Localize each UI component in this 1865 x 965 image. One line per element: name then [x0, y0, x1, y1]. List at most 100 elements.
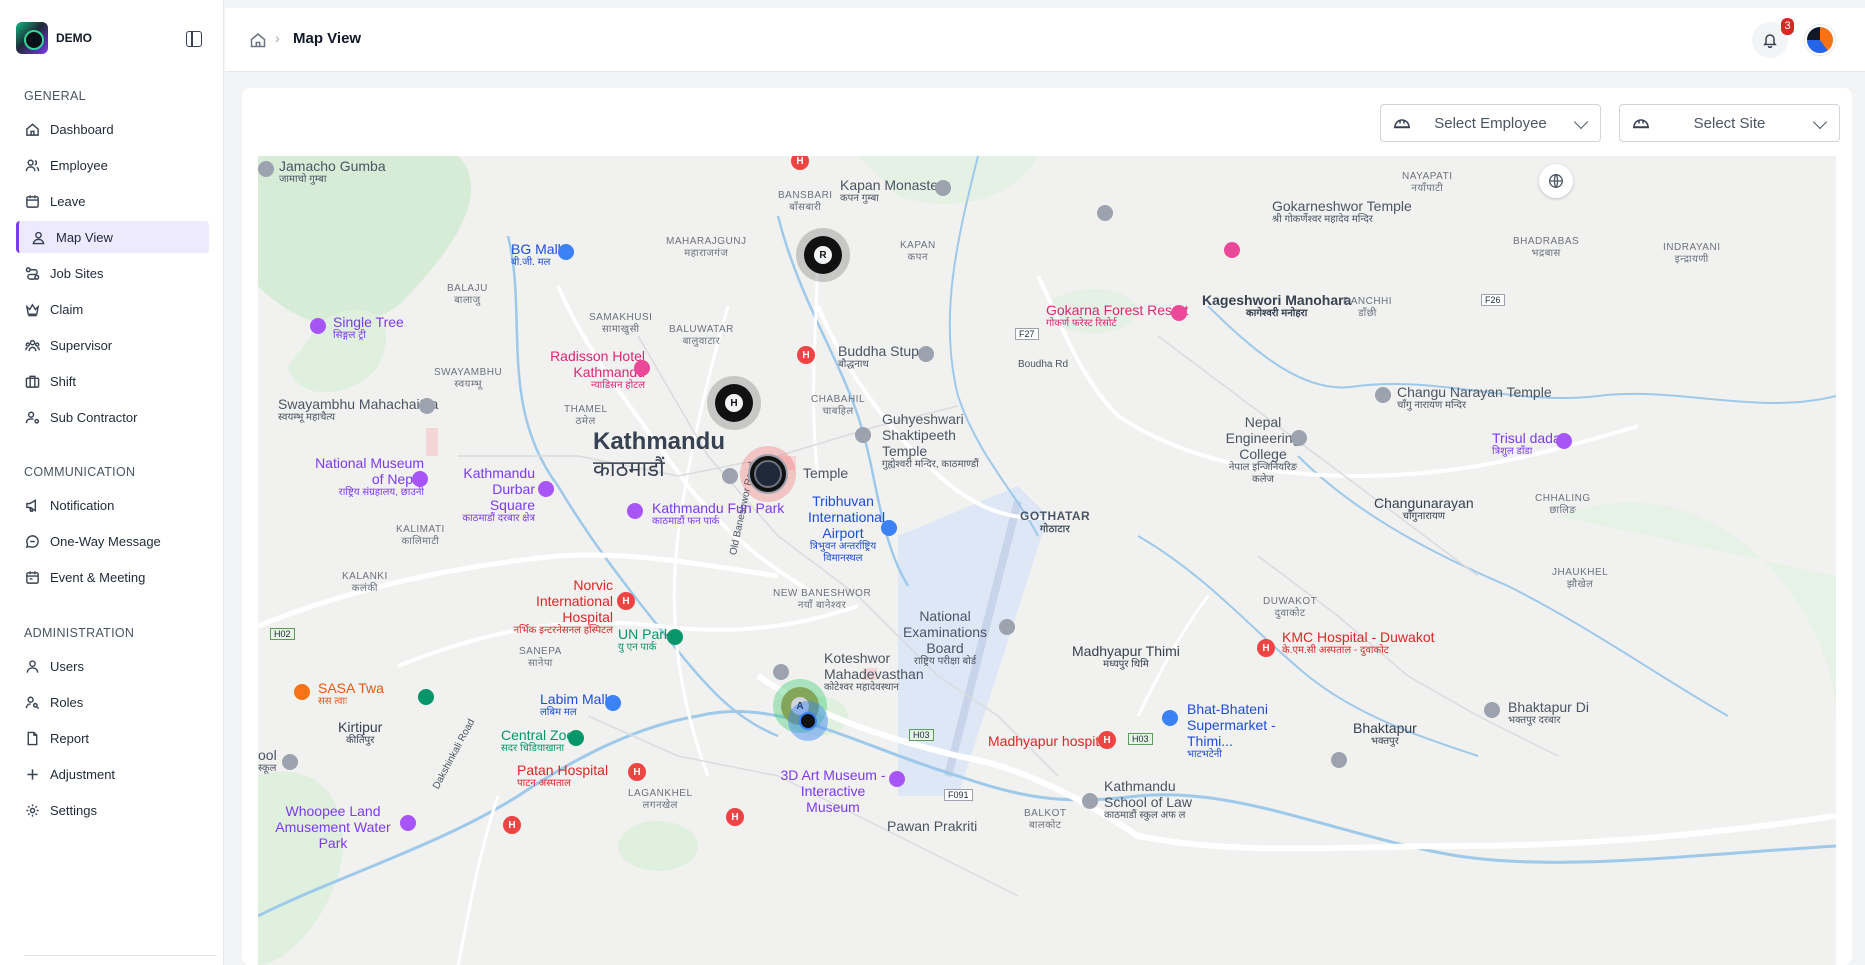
sidebar-item-label: Shift [50, 373, 77, 389]
museum-icon[interactable] [889, 771, 905, 787]
hospital-icon[interactable]: H [797, 346, 815, 364]
stupa-icon[interactable] [918, 346, 934, 362]
brand[interactable]: DEMO [16, 22, 92, 54]
employee-marker-r[interactable]: R [796, 228, 850, 282]
sidebar-item-claim[interactable]: Claim [16, 293, 209, 325]
sidebar-toggle-icon[interactable] [186, 31, 202, 47]
temple-icon[interactable] [1375, 387, 1391, 403]
shopping-icon[interactable] [558, 244, 574, 260]
landmark-icon[interactable] [310, 318, 326, 334]
map-label-durbar-square: Kathmandu Durbar Square काठमाडौं दरबार क्… [462, 465, 535, 525]
park-icon[interactable] [418, 689, 434, 705]
sidebar-item-map-view[interactable]: Map View [16, 221, 209, 253]
temple-icon[interactable] [855, 427, 871, 443]
shopping-icon[interactable] [1162, 710, 1178, 726]
sidebar-item-label: Map View [56, 229, 113, 245]
sidebar-item-shift[interactable]: Shift [16, 365, 209, 397]
airport-icon[interactable] [881, 520, 897, 536]
select-employee-placeholder: Select Employee [1434, 114, 1547, 132]
sidebar-item-label: Claim [50, 301, 84, 317]
museum-icon[interactable] [1484, 702, 1500, 718]
sidebar-item-settings[interactable]: Settings [16, 794, 209, 826]
hospital-icon[interactable]: H [628, 763, 646, 781]
user-gear-icon [24, 409, 40, 425]
map-label-sanepa: SANEPA सानेपा [519, 646, 562, 669]
sidebar-item-job-sites[interactable]: Job Sites [16, 257, 209, 289]
map-layer-button[interactable] [1539, 164, 1573, 198]
hospital-icon[interactable]: H [617, 592, 635, 610]
road-shield-h02: H02 [270, 628, 295, 641]
gear-icon [24, 802, 40, 818]
section-title-administration: ADMINISTRATION [24, 626, 135, 640]
hospital-icon[interactable]: H [1098, 731, 1116, 749]
hotel-icon[interactable] [634, 360, 650, 376]
hospital-icon[interactable]: H [726, 808, 744, 826]
map-label-pawan: Pawan Prakriti [887, 818, 978, 834]
employee-cluster-marker[interactable] [740, 446, 796, 502]
employee-marker-h[interactable]: H [707, 376, 761, 430]
select-employee-dropdown[interactable]: Select Employee [1380, 104, 1601, 142]
map-label-chhalling: CHHALING छालिङ [1535, 493, 1591, 516]
landmark-icon[interactable] [1556, 433, 1572, 449]
sidebar-item-employee[interactable]: Employee [16, 149, 209, 181]
park-icon[interactable] [667, 629, 683, 645]
landmark-icon[interactable] [538, 481, 554, 497]
college-icon[interactable] [1331, 752, 1347, 768]
sidebar-item-leave[interactable]: Leave [16, 185, 209, 217]
select-site-placeholder: Select Site [1693, 114, 1766, 132]
sidebar-item-sub-contractor[interactable]: Sub Contractor [16, 401, 209, 433]
sidebar-item-dashboard[interactable]: Dashboard [16, 113, 209, 145]
map-label-balkot: BALKOT बालकोट [1024, 808, 1067, 831]
zoo-icon[interactable] [568, 730, 584, 746]
sidebar-item-roles[interactable]: Roles [16, 686, 209, 718]
sidebar-item-users[interactable]: Users [16, 650, 209, 682]
hospital-icon[interactable]: H [503, 816, 521, 834]
map-label-bgmall: BG Mall बी.जी. मल [511, 241, 561, 269]
resort-icon[interactable] [1224, 242, 1240, 258]
sidebar-item-label: Roles [50, 694, 84, 710]
college-icon[interactable] [1291, 430, 1307, 446]
map-label-bhadrabas: BHADRABAS भद्रबास [1513, 236, 1580, 259]
school-icon[interactable] [999, 619, 1015, 635]
breadcrumb-home-icon[interactable] [249, 31, 267, 49]
map-label-patan: Patan Hospital पाटन अस्पताल [517, 762, 609, 790]
section-title-general: GENERAL [24, 89, 86, 103]
map-canvas[interactable]: Jamacho Gumba जामाचो गुम्बा BG Mall बी.जी.… [258, 156, 1836, 965]
temple-icon[interactable] [1097, 205, 1113, 221]
sidebar-item-supervisor[interactable]: Supervisor [16, 329, 209, 361]
monastery-icon[interactable] [935, 180, 951, 196]
resort-icon[interactable] [1171, 305, 1187, 321]
map-label-duwakot: DUWAKOT दुवाकोट [1263, 596, 1318, 619]
amusement-icon[interactable] [627, 503, 643, 519]
select-site-dropdown[interactable]: Select Site [1619, 104, 1840, 142]
map-label-swayambhu: SWAYAMBHU स्वयम्भू [434, 367, 503, 390]
museum-icon[interactable] [412, 471, 428, 487]
temple-icon[interactable] [773, 664, 789, 680]
school-icon[interactable] [282, 754, 298, 770]
sidebar-item-label: Supervisor [50, 337, 113, 353]
globe-icon [1549, 174, 1563, 188]
sidebar-item-one-way-message[interactable]: One-Way Message [16, 525, 209, 557]
sidebar-item-notification[interactable]: Notification [16, 489, 209, 521]
restaurant-icon[interactable] [294, 684, 310, 700]
shopping-icon[interactable] [605, 695, 621, 711]
notification-count-badge: 3 [1781, 18, 1794, 35]
water-park-icon[interactable] [400, 815, 416, 831]
temple-icon[interactable] [722, 468, 738, 484]
hospital-icon[interactable]: H [1257, 639, 1275, 657]
sidebar-item-adjustment[interactable]: Adjustment [16, 758, 209, 790]
sidebar-item-label: Adjustment [50, 766, 116, 782]
school-icon[interactable] [1082, 793, 1098, 809]
user-avatar[interactable] [1805, 25, 1835, 55]
monastery-icon[interactable] [258, 161, 274, 177]
map-label-ksl: Kathmandu School of Law काठमाडौं स्कुल अफ… [1104, 778, 1192, 822]
map-pin-user-icon [30, 229, 46, 245]
map-label-gothatar: GOTHATAR गोठाटार [1020, 509, 1091, 535]
chaitya-icon[interactable] [419, 398, 435, 414]
map-label-bhatbhateni: Bhat-Bhateni Supermarket - Thimi... भाटभट… [1187, 701, 1276, 761]
sidebar-item-event-meeting[interactable]: Event & Meeting [16, 561, 209, 593]
sidebar-item-report[interactable]: Report [16, 722, 209, 754]
map-label-jhaukhel: JHAUKHEL झौखेल [1552, 567, 1609, 590]
map-label-boudha-rd: Boudha Rd [1018, 359, 1069, 370]
current-location-marker[interactable] [788, 701, 828, 741]
